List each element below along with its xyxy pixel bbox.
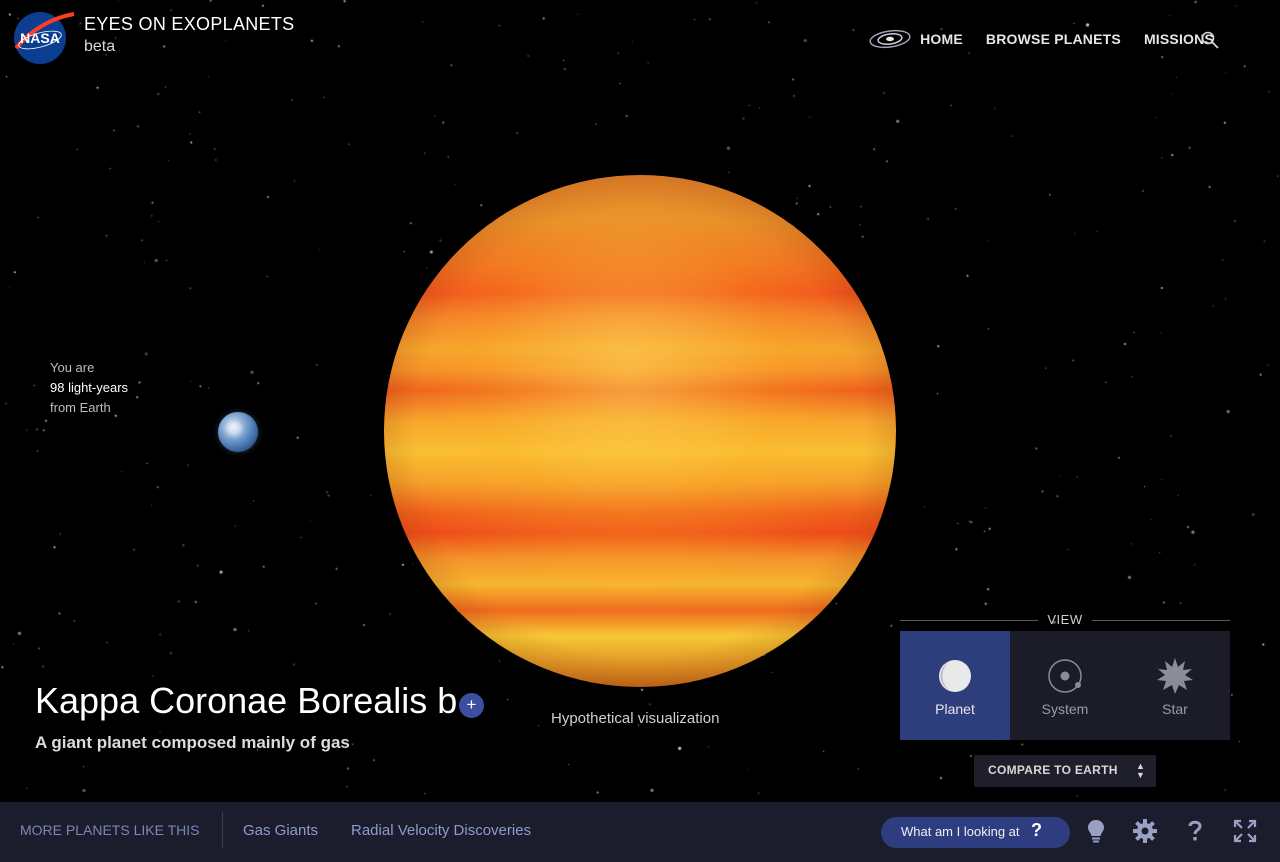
category-link-radial-velocity[interactable]: Radial Velocity Discoveries [351, 822, 531, 839]
planet-name: Kappa Coronae Borealis b [35, 680, 458, 721]
view-star-button[interactable]: Star [1120, 631, 1230, 740]
category-link-gas-giants[interactable]: Gas Giants [243, 822, 318, 839]
star-icon [1157, 658, 1193, 694]
distance-value: 98 light-years [50, 380, 129, 395]
compare-label: COMPARE TO EARTH [988, 763, 1118, 777]
view-title: VIEW [1047, 612, 1083, 627]
nav-browse-planets[interactable]: BROWSE PLANETS [986, 31, 1121, 47]
planet-icon [939, 660, 971, 692]
app-subtitle: beta [84, 38, 116, 55]
help-icon[interactable] [1182, 818, 1208, 844]
nasa-logo[interactable]: NASA [10, 10, 76, 66]
more-planets-label: MORE PLANETS LIKE THIS [20, 822, 200, 838]
fullscreen-icon[interactable] [1232, 818, 1258, 844]
add-planet-button[interactable]: + [459, 693, 484, 718]
question-icon: ? [1031, 820, 1042, 840]
select-arrows-icon: ▲ ▼ [1136, 761, 1145, 780]
what-label: What am I looking at [901, 824, 1020, 839]
earth-marker[interactable] [218, 412, 258, 452]
view-selector: Planet System Star [900, 631, 1230, 740]
planet-visualization[interactable] [384, 175, 896, 687]
svg-text:NASA: NASA [20, 30, 60, 46]
view-star-label: Star [1162, 701, 1188, 717]
view-header: VIEW [900, 611, 1230, 629]
app-title[interactable]: EYES ON EXOPLANETS [84, 14, 294, 35]
distance-suffix: from Earth [50, 400, 111, 415]
distance-readout: You are 98 light-years from Earth [50, 358, 128, 418]
distance-prefix: You are [50, 360, 95, 375]
gear-icon[interactable] [1132, 818, 1158, 844]
system-icon [1048, 659, 1082, 693]
view-system-label: System [1041, 701, 1089, 717]
lightbulb-icon[interactable] [1083, 818, 1109, 844]
what-am-i-looking-at-button[interactable]: What am I looking at ? [881, 817, 1070, 848]
nav-home[interactable]: HOME [920, 31, 963, 47]
top-nav: HOME BROWSE PLANETS MISSIONS [868, 28, 1214, 50]
bottom-divider [222, 812, 223, 848]
view-planet-label: Planet [935, 701, 975, 717]
planet-description: A giant planet composed mainly of gas [35, 733, 350, 752]
view-planet-button[interactable]: Planet [900, 631, 1010, 740]
view-system-button[interactable]: System [1010, 631, 1120, 740]
compare-to-earth-select[interactable]: COMPARE TO EARTH ▲ ▼ [974, 755, 1156, 787]
galaxy-icon[interactable] [868, 26, 912, 52]
search-icon[interactable] [1200, 30, 1220, 50]
visualization-note: Hypothetical visualization [551, 710, 720, 727]
